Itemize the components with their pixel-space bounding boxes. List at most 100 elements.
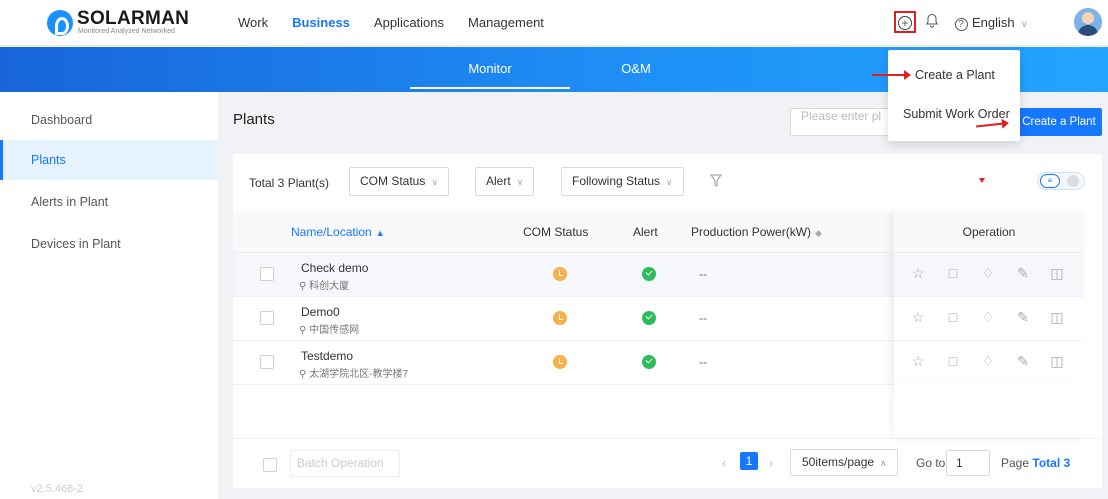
logo-icon — [47, 10, 73, 36]
row-checkbox[interactable] — [260, 267, 274, 281]
column-power-label: Production Power(kW) — [691, 225, 812, 239]
search-input[interactable]: Please enter pl — [790, 108, 900, 136]
tag-icon[interactable]: ♢ — [980, 309, 996, 325]
nav-business[interactable]: Business — [292, 0, 350, 46]
assign-icon[interactable]: □ — [945, 309, 961, 325]
column-name-label: Name/Location — [291, 225, 372, 239]
com-status-filter-label: COM Status — [360, 174, 426, 188]
alert-filter-label: Alert — [486, 174, 511, 188]
operation-row: ☆ □ ♢ ✎ ◫ — [894, 341, 1084, 385]
column-operation: Operation — [894, 211, 1084, 253]
star-icon[interactable]: ☆ — [910, 265, 926, 281]
top-header: SOLARMAN Monitored Analyzed Networked Wo… — [0, 0, 1108, 46]
sidebar-item-dashboard[interactable]: Dashboard — [0, 100, 218, 140]
chevron-up-icon: ∧ — [880, 458, 887, 468]
top-nav: Work Business Applications Management — [238, 0, 568, 46]
assign-icon[interactable]: □ — [945, 353, 961, 369]
chevron-down-icon: ∨ — [1020, 19, 1028, 30]
plant-name[interactable]: Testdemo — [301, 349, 353, 363]
plant-name[interactable]: Demo0 — [301, 305, 340, 319]
create-plant-button[interactable]: Create a Plant — [1016, 108, 1102, 136]
prev-page-icon[interactable]: ‹ — [722, 456, 726, 470]
menu-submit-work-order[interactable]: Submit Work Order — [888, 94, 1020, 134]
row-checkbox[interactable] — [260, 355, 274, 369]
version-label: v2.5.468-2 — [31, 483, 83, 495]
com-status-offline-icon — [553, 267, 567, 281]
page-size-label: 50items/page — [802, 455, 875, 469]
add-dropdown-menu: Create a Plant Submit Work Order — [888, 50, 1020, 141]
sidebar-item-devices[interactable]: Devices in Plant — [0, 224, 218, 264]
alert-filter[interactable]: Alert ∨ — [475, 167, 535, 196]
language-selector[interactable]: English ∨ — [972, 0, 1028, 48]
row-checkbox[interactable] — [260, 311, 274, 325]
operation-row: ☆ □ ♢ ✎ ◫ — [894, 297, 1084, 341]
annotation-arrow — [872, 70, 911, 80]
indicator-marker-icon — [979, 178, 985, 183]
edit-icon[interactable]: ✎ — [1015, 309, 1031, 325]
plant-location-text: 中国传感网 — [309, 325, 360, 336]
edit-icon[interactable]: ✎ — [1015, 265, 1031, 281]
funnel-icon[interactable] — [710, 174, 722, 188]
tab-om[interactable]: O&M — [596, 47, 676, 92]
nav-applications[interactable]: Applications — [374, 0, 444, 46]
batch-operation-button[interactable]: Batch Operation — [290, 450, 400, 477]
list-view-icon: ≡ — [1040, 174, 1060, 188]
com-status-offline-icon — [553, 355, 567, 369]
following-filter-label: Following Status — [572, 174, 661, 188]
column-alert: Alert — [633, 225, 658, 239]
star-icon[interactable]: ☆ — [910, 353, 926, 369]
tag-icon[interactable]: ♢ — [980, 353, 996, 369]
select-all-checkbox[interactable] — [263, 458, 277, 472]
plant-location: ⚲ 太湖学院北区-教学楼7 — [299, 365, 408, 380]
column-production-power[interactable]: Production Power(kW) ◆ — [691, 211, 822, 254]
question-icon: ? — [954, 18, 968, 31]
page-size-select[interactable]: 50items/page ∧ — [790, 449, 898, 476]
sort-icon: ◆ — [815, 228, 822, 238]
nav-management[interactable]: Management — [468, 0, 544, 46]
goto-label: Go to — [916, 456, 946, 470]
tab-monitor[interactable]: Monitor — [410, 47, 570, 92]
plant-count: Total 3 Plant(s) — [249, 176, 330, 190]
sidebar-item-alerts[interactable]: Alerts in Plant — [0, 182, 218, 222]
following-status-filter[interactable]: Following Status ∨ — [561, 167, 684, 196]
com-status-offline-icon — [553, 311, 567, 325]
table-header: Name/Location ▲︎ COM Status Alert Product… — [233, 211, 893, 253]
goto-page-input[interactable]: 1 — [946, 450, 990, 476]
view-toggle[interactable]: ≡ — [1037, 172, 1085, 190]
sort-icon: ▲︎ — [375, 228, 385, 238]
tag-icon[interactable]: ♢ — [980, 265, 996, 281]
nav-work[interactable]: Work — [238, 0, 268, 46]
language-label: English — [972, 15, 1015, 30]
plant-location-text: 太湖学院北区-教学楼7 — [309, 369, 409, 380]
help-button[interactable]: ? — [951, 13, 971, 33]
edit-icon[interactable]: ✎ — [1015, 353, 1031, 369]
user-avatar[interactable] — [1074, 8, 1102, 36]
bell-icon — [925, 13, 939, 28]
map-view-icon — [1067, 175, 1079, 187]
total-count: Total 3 — [1032, 456, 1071, 470]
plant-location: ⚲ 中国传感网 — [299, 321, 359, 336]
delete-icon[interactable]: ◫ — [1049, 309, 1065, 325]
production-power: -- — [699, 311, 707, 325]
sidebar-item-plants[interactable]: Plants — [0, 140, 218, 180]
add-button[interactable]: + — [894, 11, 916, 33]
table-row[interactable]: Check demo ⚲ 科创大厦 -- — [233, 253, 893, 297]
assign-icon[interactable]: □ — [945, 265, 961, 281]
table-row[interactable]: Testdemo ⚲ 太湖学院北区-教学楼7 -- — [233, 341, 893, 385]
notification-button[interactable] — [922, 13, 942, 33]
page-number-current[interactable]: 1 — [740, 452, 758, 470]
star-icon[interactable]: ☆ — [910, 309, 926, 325]
plants-card: Total 3 Plant(s) COM Status ∨ Alert ∨ Foll… — [233, 154, 1102, 488]
plant-name[interactable]: Check demo — [301, 261, 368, 275]
plus-icon: + — [898, 16, 912, 30]
production-power: -- — [699, 355, 707, 369]
delete-icon[interactable]: ◫ — [1049, 265, 1065, 281]
com-status-filter[interactable]: COM Status ∨ — [349, 167, 449, 196]
next-page-icon[interactable]: › — [769, 456, 773, 470]
table-row[interactable]: Demo0 ⚲ 中国传感网 -- — [233, 297, 893, 341]
delete-icon[interactable]: ◫ — [1049, 353, 1065, 369]
page-total: Page Total 3 — [1001, 456, 1070, 470]
column-name[interactable]: Name/Location ▲︎ — [291, 211, 385, 254]
page-label: Page — [1001, 456, 1030, 470]
operation-row: ☆ □ ♢ ✎ ◫ — [894, 253, 1084, 297]
